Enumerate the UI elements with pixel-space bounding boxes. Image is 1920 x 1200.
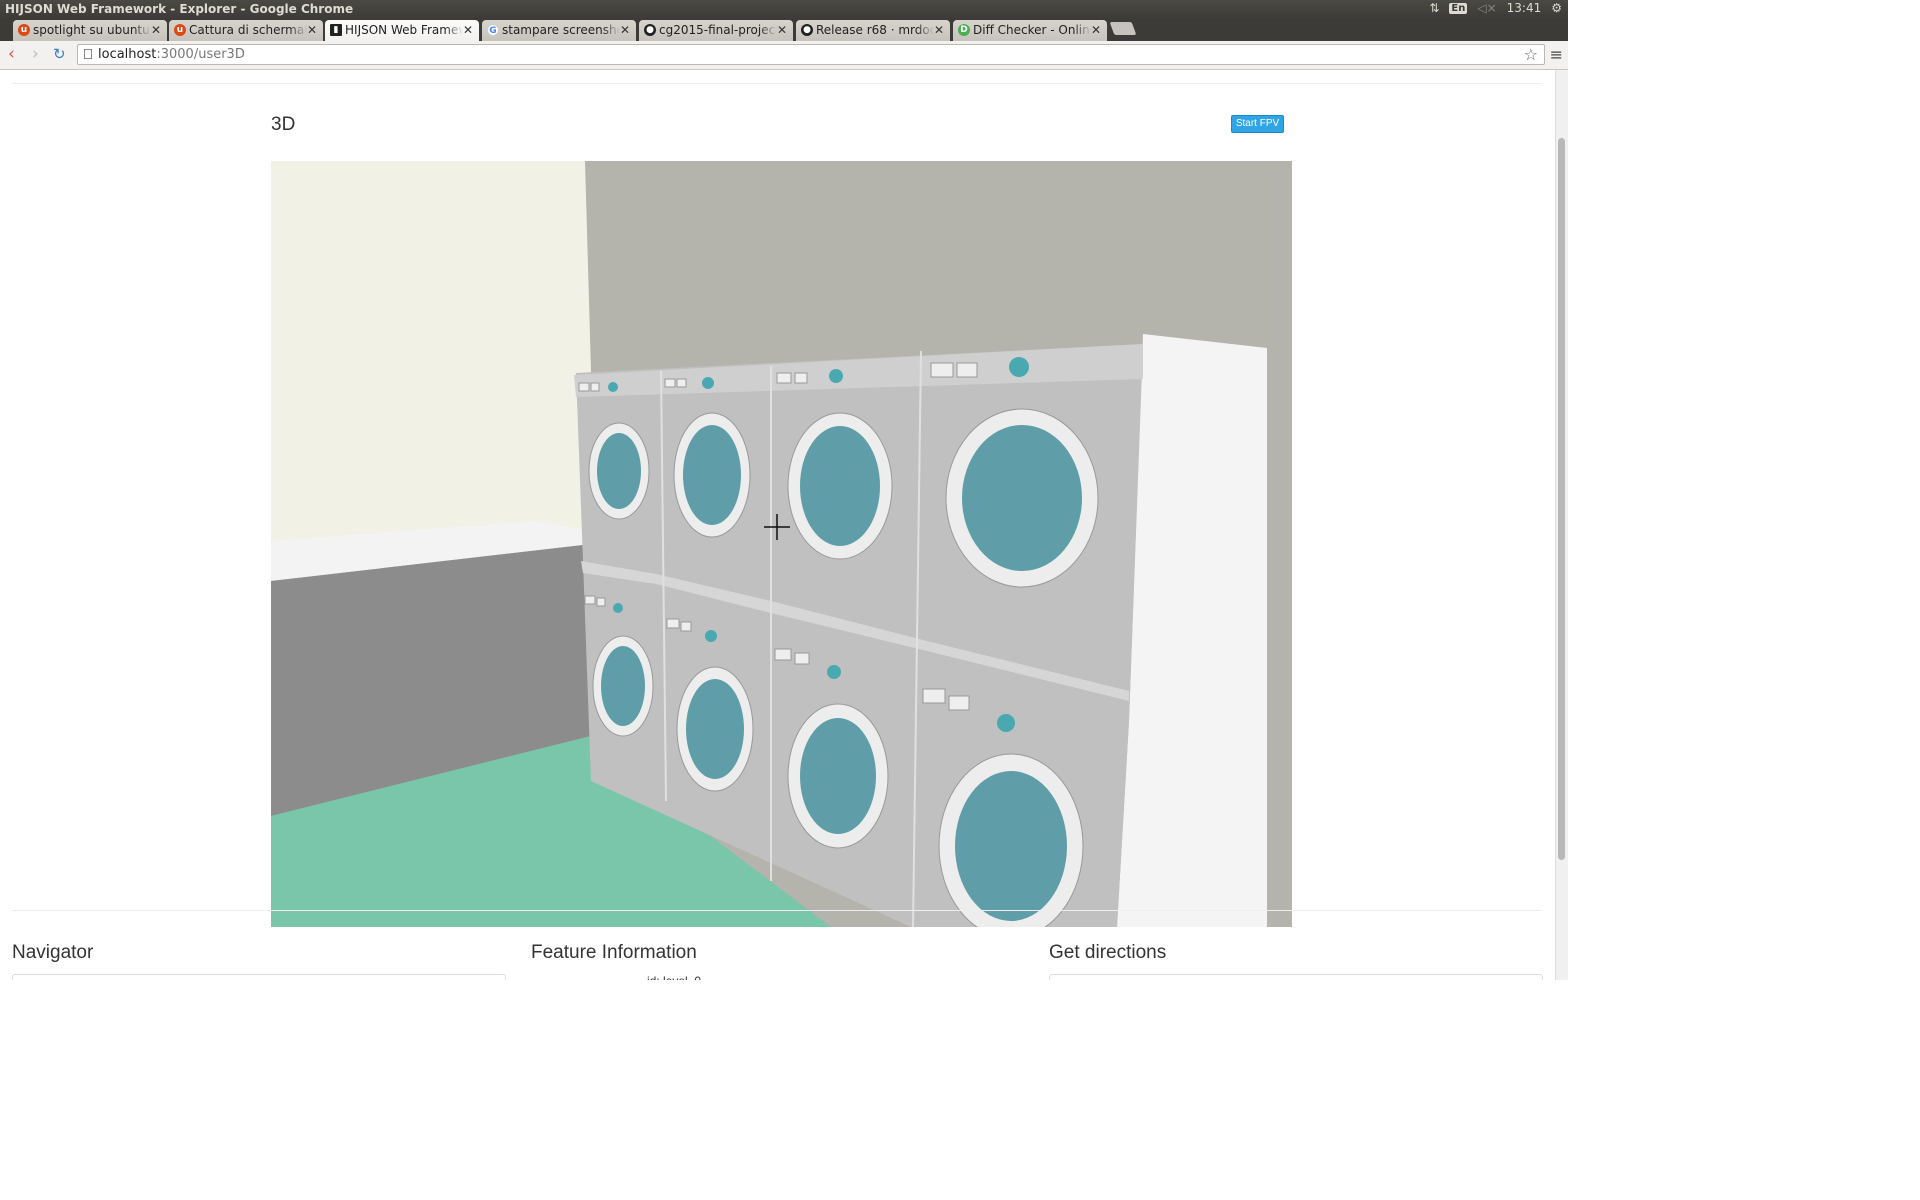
close-tab-icon[interactable]: ✕ xyxy=(777,20,787,40)
bookmark-star-icon[interactable]: ☆ xyxy=(1524,45,1538,64)
close-tab-icon[interactable]: ✕ xyxy=(934,20,944,40)
terminal-icon: ▮ xyxy=(330,24,342,36)
close-tab-icon[interactable]: ✕ xyxy=(1091,20,1101,40)
close-tab-icon[interactable]: ✕ xyxy=(620,20,630,40)
forward-arrow-icon[interactable]: › xyxy=(32,44,39,64)
settings-gear-icon[interactable]: ⚙ xyxy=(1551,1,1562,15)
new-tab-button[interactable] xyxy=(1109,22,1137,35)
tab-cg2015[interactable]: ● cg2015-final-project ✕ xyxy=(639,20,793,41)
tab-label: stampare screenshot xyxy=(502,23,620,37)
directions-panel[interactable] xyxy=(1049,974,1543,980)
chrome-menu-icon[interactable]: ≡ xyxy=(1550,45,1563,64)
tab-release-r68[interactable]: ● Release r68 · mrdoob ✕ xyxy=(796,20,950,41)
get-directions-heading: Get directions xyxy=(1049,942,1167,963)
tab-google-search[interactable]: G stampare screenshot ✕ xyxy=(482,20,636,41)
page-content: 3D Start FPV Navigator Feature Informati… xyxy=(0,70,1568,980)
tab-label: Diff Checker - Online xyxy=(973,23,1091,37)
github-icon: ● xyxy=(801,24,813,36)
github-icon: ● xyxy=(644,24,656,36)
page-scrollbar[interactable] xyxy=(1555,70,1568,980)
network-icon[interactable]: ⇅ xyxy=(1429,1,1439,15)
browser-toolbar: ‹ › ↻ localhost:3000/user3D ☆ ≡ xyxy=(0,41,1568,70)
tab-cattura[interactable]: u Cattura di schermata ✕ xyxy=(169,20,323,41)
ubuntu-icon: u xyxy=(174,24,186,36)
tab-label: Cattura di schermata xyxy=(189,23,307,37)
tab-spotlight[interactable]: u spotlight su ubuntu ✕ xyxy=(13,20,167,41)
feature-id-row: id: level_0 xyxy=(647,974,701,980)
keyboard-layout-indicator[interactable]: En xyxy=(1449,2,1468,14)
url-host: localhost xyxy=(98,47,157,62)
divider xyxy=(12,83,1542,84)
volume-muted-icon[interactable]: ◁× xyxy=(1477,1,1496,15)
back-arrow-icon[interactable]: ‹ xyxy=(8,44,15,64)
diffchecker-icon: D xyxy=(958,24,970,36)
tab-hijson[interactable]: ▮ HIJSON Web Framework ✕ xyxy=(325,20,479,41)
url-path: :3000/user3D xyxy=(156,47,245,62)
divider xyxy=(12,910,1542,911)
section-title: 3D xyxy=(271,114,296,135)
tab-label: cg2015-final-project xyxy=(659,23,777,37)
ubuntu-icon: u xyxy=(18,24,30,36)
google-icon: G xyxy=(487,24,499,36)
scrollbar-thumb[interactable] xyxy=(1558,138,1565,860)
reload-icon[interactable]: ↻ xyxy=(53,44,66,64)
tab-diff-checker[interactable]: D Diff Checker - Online ✕ xyxy=(953,20,1107,41)
close-tab-icon[interactable]: ✕ xyxy=(463,20,473,40)
tab-label: Release r68 · mrdoob xyxy=(816,23,934,37)
close-tab-icon[interactable]: ✕ xyxy=(307,20,317,40)
3d-scene-laundry-room[interactable] xyxy=(271,161,1292,927)
3d-viewport[interactable] xyxy=(271,161,1292,927)
clock[interactable]: 13:41 xyxy=(1507,1,1542,15)
start-fpv-button[interactable]: Start FPV xyxy=(1231,115,1284,133)
feature-information-heading: Feature Information xyxy=(531,942,697,963)
window-title: HIJSON Web Framework - Explorer - Google… xyxy=(5,2,354,16)
navigator-panel[interactable] xyxy=(12,974,506,980)
browser-tab-strip: u spotlight su ubuntu ✕ u Cattura di sch… xyxy=(0,19,1568,41)
tab-label: spotlight su ubuntu xyxy=(33,23,150,37)
address-bar[interactable]: localhost:3000/user3D ☆ xyxy=(77,44,1545,65)
left-wall xyxy=(271,161,591,541)
system-tray: ⇅ En ◁× 13:41 ⚙ xyxy=(1429,1,1562,15)
close-tab-icon[interactable]: ✕ xyxy=(151,20,161,40)
page-icon xyxy=(84,49,92,59)
os-top-panel: HIJSON Web Framework - Explorer - Google… xyxy=(0,0,1568,19)
tab-label: HIJSON Web Framework xyxy=(345,23,463,37)
navigator-heading: Navigator xyxy=(12,942,94,963)
